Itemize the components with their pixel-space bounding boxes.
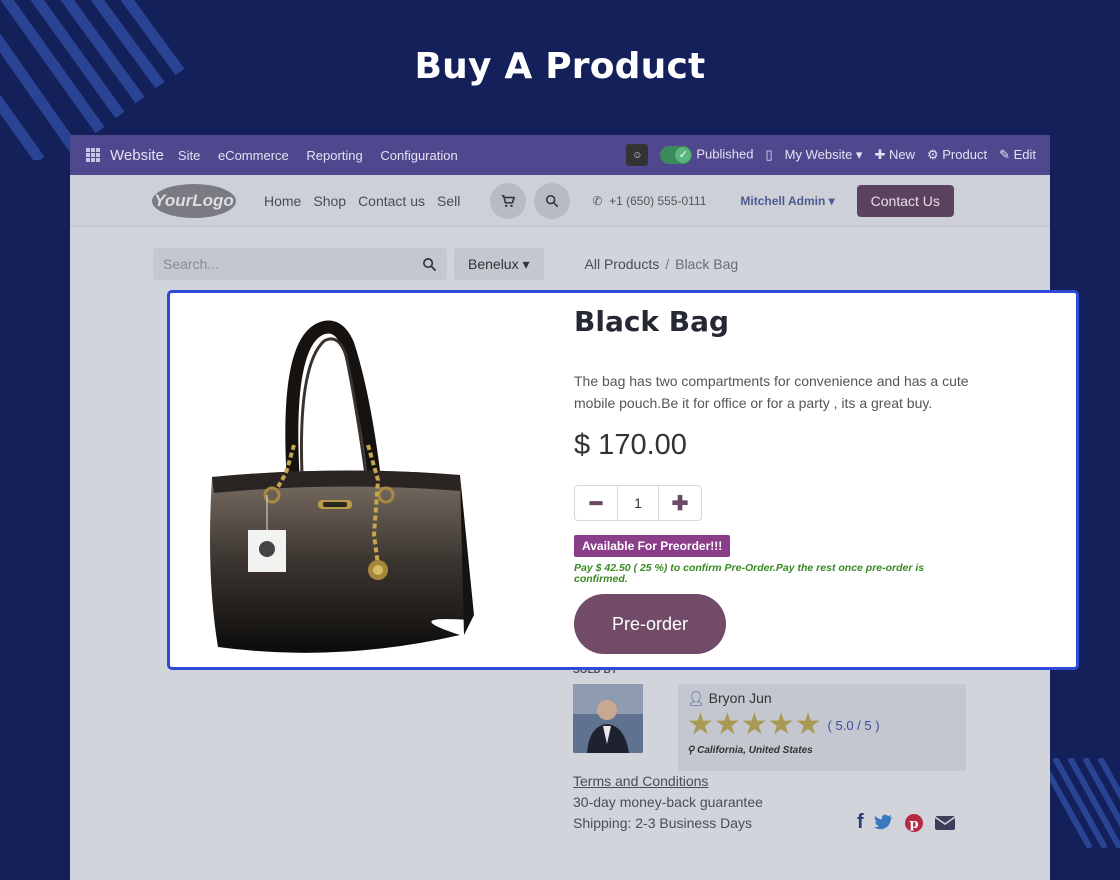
topbar-menu: Site eCommerce Reporting Configuration [178, 148, 472, 163]
pricelist-label: Benelux [468, 256, 519, 272]
seller-card[interactable]: 👤︎ Bryon Jun ★ ★ ★ ★ ★ ( 5.0 / 5 ) ⚲ Cal… [678, 684, 966, 771]
search-toggle-button[interactable] [534, 182, 571, 219]
phone-text: +1 (650) 555-0111 [609, 193, 707, 208]
product-image[interactable] [198, 315, 478, 660]
menu-ecommerce[interactable]: eCommerce [218, 148, 289, 163]
search-placeholder: Search... [163, 256, 220, 272]
nav-home[interactable]: Home [264, 193, 301, 209]
seller-name-row: 👤︎ Bryon Jun [687, 690, 957, 707]
guarantee-text: 30-day money-back guarantee [573, 794, 763, 810]
odoo-topbar: Website Site eCommerce Reporting Configu… [70, 135, 1050, 175]
rating-text: ( 5.0 / 5 ) [827, 717, 880, 733]
nav-sell[interactable]: Sell [437, 193, 460, 209]
topbar-right: ☺ Published ▯ My Website ▾ ✚ New ⚙ Produ… [626, 144, 1050, 166]
star-icon: ★ [740, 708, 768, 741]
nav-contact-us[interactable]: Contact us [358, 193, 425, 209]
minus-button[interactable]: ━ [575, 486, 617, 520]
user-icon: 👤︎ [687, 690, 705, 706]
facebook-icon[interactable]: f [857, 811, 864, 834]
decorative-stripes-bottom-right [1040, 758, 1120, 848]
phone-number[interactable]: ✆ +1 (650) 555-0111 [592, 194, 706, 208]
new-button[interactable]: ✚ New [874, 147, 915, 163]
user-menu[interactable]: Mitchell Admin ▾ [740, 194, 834, 208]
plus-button[interactable]: ✚ [659, 486, 701, 520]
mobile-preview-icon[interactable]: ▯ [765, 147, 772, 163]
map-marker-icon: ⚲ [687, 745, 695, 756]
menu-configuration[interactable]: Configuration [380, 148, 457, 163]
star-icon: ★ [713, 708, 741, 741]
product-search-input[interactable]: Search... [153, 248, 447, 280]
contact-us-button[interactable]: Contact Us [856, 184, 954, 217]
svg-text:p: p [909, 817, 918, 832]
product-highlight-card: Black Bag The bag has two compartments f… [167, 290, 1079, 670]
published-toggle[interactable]: Published [660, 146, 753, 164]
edit-button[interactable]: ✎ Edit [999, 147, 1036, 163]
star-icon: ★ [794, 708, 822, 741]
breadcrumb-all-products[interactable]: All Products [585, 256, 660, 272]
search-icon [546, 194, 559, 207]
page-title: Buy A Product [414, 46, 706, 87]
seller-location-text: California, United States [697, 745, 813, 756]
topbar-brand[interactable]: Website [110, 147, 164, 164]
phone-icon: ✆ [592, 193, 603, 208]
seller-rating: ★ ★ ★ ★ ★ ( 5.0 / 5 ) [687, 708, 957, 741]
seller-location: ⚲ California, United States [687, 745, 957, 756]
nav-links: Home Shop Contact us Sell [264, 193, 460, 209]
cart-button[interactable] [490, 182, 527, 219]
quantity-stepper: ━ 1 ✚ [574, 485, 702, 521]
shipping-text: Shipping: 2-3 Business Days [573, 815, 752, 831]
quantity-input[interactable]: 1 [617, 486, 659, 520]
new-label: New [888, 147, 915, 162]
menu-site[interactable]: Site [178, 148, 200, 163]
cart-icon [502, 194, 516, 207]
product-price: $ 170.00 [574, 429, 687, 461]
seller-photo-image [573, 684, 643, 753]
preorder-payment-note: Pay $ 42.50 ( 25 %) to confirm Pre-Order… [574, 562, 925, 585]
breadcrumb-current: Black Bag [675, 256, 739, 272]
email-icon[interactable] [934, 814, 956, 832]
my-website-dropdown[interactable]: My Website ▾ [785, 147, 863, 163]
social-share: f p [857, 811, 956, 834]
pinterest-icon[interactable]: p [904, 813, 924, 833]
terms-link[interactable]: Terms and Conditions [573, 773, 708, 789]
minus-icon: ━ [589, 492, 603, 515]
product-label: Product [942, 147, 988, 162]
star-icon: ★ [687, 708, 714, 741]
shop-search-row: Search... Benelux ▾ All Products / Black B… [153, 248, 738, 280]
twitter-icon[interactable] [873, 814, 894, 832]
user-name: Mitchell Admin [740, 193, 826, 208]
breadcrumb: All Products / Black Bag [585, 256, 739, 272]
preorder-button[interactable]: Pre-order [574, 594, 726, 654]
edit-label: Edit [1013, 147, 1036, 162]
search-icon[interactable] [422, 257, 437, 272]
preorder-badge: Available For Preorder!!! [574, 535, 731, 557]
product-name: Black Bag [574, 305, 730, 338]
nav-shop[interactable]: Shop [313, 193, 346, 209]
product-button[interactable]: ⚙ Product [927, 147, 987, 163]
my-website-label: My Website [784, 147, 853, 162]
pricelist-dropdown[interactable]: Benelux ▾ [454, 248, 544, 280]
published-label: Published [696, 146, 754, 162]
menu-reporting[interactable]: Reporting [306, 148, 362, 163]
seller-avatar[interactable] [573, 684, 643, 753]
apps-grid-icon[interactable] [86, 148, 100, 162]
seller-name: Bryon Jun [708, 690, 772, 706]
breadcrumb-separator: / [665, 256, 670, 272]
website-navbar: YourLogo Home Shop Contact us Sell ✆ +1 … [70, 175, 1050, 227]
star-icon: ★ [767, 708, 795, 741]
product-description: The bag has two compartments for conveni… [574, 373, 969, 411]
plus-icon: ✚ [671, 492, 689, 515]
user-avatar-icon[interactable]: ☺ [626, 144, 649, 166]
toggle-switch-icon [660, 146, 693, 164]
site-logo[interactable]: YourLogo [152, 183, 236, 218]
